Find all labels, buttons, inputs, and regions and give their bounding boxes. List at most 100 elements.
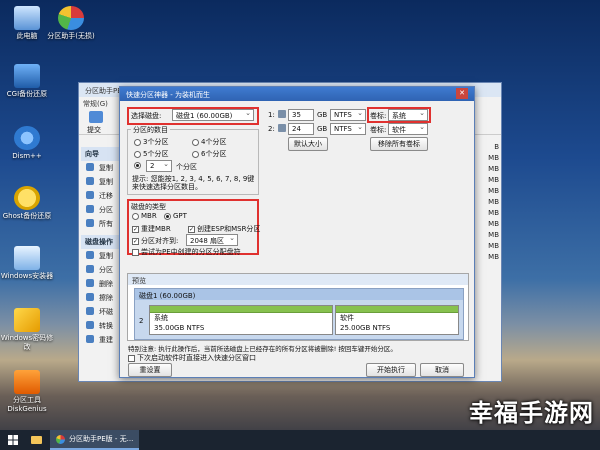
desktop-icon-password[interactable]: Windows密码修改 xyxy=(0,308,54,352)
radio-label: 5个分区 xyxy=(143,150,169,158)
partition-name: 软件 xyxy=(340,314,354,322)
desktop-icon-cgi[interactable]: CGI备份还原 xyxy=(0,64,54,99)
assign-letter-checkbox[interactable]: 尝试为PE中创建的分区分配盘符 xyxy=(132,247,241,257)
partition-1-unit: GB xyxy=(317,111,328,119)
submit-button[interactable]: 提交 xyxy=(87,125,101,135)
rebuild-mbr-checkbox[interactable]: ✓ 重建MBR xyxy=(132,224,171,234)
radio-label: 4个分区 xyxy=(201,138,227,146)
check-indicator: ✓ xyxy=(132,237,139,245)
check-indicator xyxy=(132,248,139,256)
start-button-label: 开始执行 xyxy=(377,366,405,374)
preview-label: 预览 xyxy=(128,274,468,285)
partition-detail: 35.00GB NTFS xyxy=(154,324,205,332)
radio-label: 6个分区 xyxy=(201,150,227,158)
key-icon xyxy=(14,308,40,332)
file-explorer-icon[interactable] xyxy=(26,430,46,450)
taskbar-app-partition-assistant[interactable]: 分区助手PE版 - 无... xyxy=(50,430,140,450)
radio-indicator xyxy=(134,138,141,146)
radio-indicator xyxy=(132,212,139,220)
partition-1-volume-label[interactable]: 系统 xyxy=(388,109,428,121)
drive-icon xyxy=(278,110,286,118)
desktop-icon-label: Windows安装器 xyxy=(0,272,54,280)
dialog-title: 快速分区神器 - 为装机而生 xyxy=(126,91,210,99)
reset-button[interactable]: 重设置 xyxy=(128,363,172,377)
desktop-icon-label: 分区工具 DiskGenius xyxy=(7,396,47,413)
remove-labels-button[interactable]: 移除所有卷标 xyxy=(370,137,428,151)
desktop-icon-windows-installer[interactable]: Windows安装器 xyxy=(0,246,54,281)
desktop-icon-ghost[interactable]: Ghost备份还原 xyxy=(0,186,54,221)
create-esp-checkbox[interactable]: ✓ 创建ESP和MSR分区 xyxy=(188,224,260,234)
disk-index: 2 xyxy=(139,317,144,325)
radio-gpt[interactable]: GPT xyxy=(164,212,187,220)
partition-1-size[interactable]: 35 xyxy=(288,109,314,121)
custom-count-select[interactable]: 2 xyxy=(146,160,172,172)
app-icon xyxy=(56,434,65,444)
radio-4-partitions[interactable]: 4个分区 xyxy=(192,137,226,147)
radio-mbr[interactable]: MBR xyxy=(132,212,157,220)
partition-count-label: 分区的数目 xyxy=(131,125,170,135)
radio-6-partitions[interactable]: 6个分区 xyxy=(192,149,226,159)
align-checkbox[interactable]: ✓ 分区对齐到: xyxy=(132,236,178,246)
start-button[interactable]: 开始执行 xyxy=(366,363,416,377)
radio-indicator xyxy=(164,212,171,220)
radio-5-partitions[interactable]: 5个分区 xyxy=(134,149,168,159)
quick-partition-dialog: 快速分区神器 - 为装机而生 ✕ 选择磁盘: 磁盘1 (60.00GB) 分区的… xyxy=(119,86,475,378)
folder-icon xyxy=(30,436,42,444)
taskbar: 分区助手PE版 - 无... xyxy=(0,430,600,450)
radio-indicator xyxy=(134,162,141,169)
site-watermark: 幸福手游网 xyxy=(469,398,594,427)
reset-button-label: 重设置 xyxy=(139,366,161,374)
checkbox-label: 创建ESP和MSR分区 xyxy=(197,225,261,233)
desktop-icon-partition-assistant[interactable]: 分区助手(无损) xyxy=(44,6,98,41)
custom-count-suffix: 个分区 xyxy=(176,163,197,171)
partition-2-size[interactable]: 24 xyxy=(288,123,314,135)
close-button[interactable]: ✕ xyxy=(456,88,468,99)
partition-name: 系统 xyxy=(154,314,168,322)
cancel-button-label: 取消 xyxy=(435,366,449,374)
radio-indicator xyxy=(192,150,199,158)
start-button[interactable] xyxy=(0,430,26,450)
partition-usage-bar xyxy=(150,306,332,313)
auto-start-checkbox[interactable]: 下次启动软件时直接进入快速分区窗口 xyxy=(128,353,256,363)
partition-1-fs[interactable]: NTFS xyxy=(330,109,366,121)
cgi-backup-icon xyxy=(14,64,40,88)
diskgenius-icon xyxy=(14,370,40,394)
partition-2-volume-label[interactable]: 软件 xyxy=(388,123,428,135)
dialog-titlebar: 快速分区神器 - 为装机而生 ✕ xyxy=(120,87,474,101)
desktop-icon-label: CGI备份还原 xyxy=(6,90,48,98)
partition-1-label-caption: 卷标: xyxy=(370,112,387,120)
radio-3-partitions[interactable]: 3个分区 xyxy=(134,137,168,147)
checkbox-label: 尝试为PE中创建的分区分配盘符 xyxy=(141,248,241,256)
cancel-button[interactable]: 取消 xyxy=(420,363,464,377)
disk-preview-title: 磁盘1 (60.00GB) xyxy=(135,289,463,300)
radio-indicator xyxy=(134,150,141,158)
partition-assistant-icon xyxy=(58,6,84,30)
partition-preview-system[interactable]: 系统 35.00GB NTFS xyxy=(149,305,333,335)
partition-detail: 25.00GB NTFS xyxy=(340,324,391,332)
preview-panel: 预览 磁盘1 (60.00GB) 2 系统 35.00GB NTFS 软件 25… xyxy=(127,273,469,341)
desktop-icon-label: Dism++ xyxy=(12,152,42,160)
desktop-icon-label: Windows密码修改 xyxy=(0,334,54,351)
check-indicator: ✓ xyxy=(188,225,195,233)
check-indicator: ✓ xyxy=(132,225,139,233)
partition-1-index: 1: xyxy=(268,111,275,119)
partition-usage-bar xyxy=(336,306,458,313)
check-indicator xyxy=(128,354,135,362)
computer-icon xyxy=(14,6,40,30)
warning-text: 特别注意: 执行此操作后，当前所选磁盘上已经存在的所有分区将被删除! 按回车键开… xyxy=(128,345,397,353)
partition-preview-software[interactable]: 软件 25.00GB NTFS xyxy=(335,305,459,335)
radio-indicator xyxy=(192,138,199,146)
checkbox-label: 下次启动软件时直接进入快速分区窗口 xyxy=(137,354,256,362)
desktop-icon-dism[interactable]: Dism++ xyxy=(0,126,54,161)
disk-type-label: 磁盘的类型 xyxy=(131,203,166,211)
radio-custom-count[interactable] xyxy=(134,162,143,169)
align-select[interactable]: 2048 扇区 xyxy=(186,234,238,246)
ghost-icon xyxy=(14,186,40,210)
disk-select[interactable]: 磁盘1 (60.00GB) xyxy=(172,109,254,121)
partition-2-fs[interactable]: NTFS xyxy=(330,123,366,135)
drive-icon xyxy=(278,124,286,132)
default-size-button[interactable]: 默认大小 xyxy=(288,137,328,151)
disk-preview: 磁盘1 (60.00GB) 2 系统 35.00GB NTFS 软件 25.00… xyxy=(134,288,464,340)
desktop-icon-diskgenius[interactable]: 分区工具 DiskGenius xyxy=(0,370,54,414)
partition-2-index: 2: xyxy=(268,125,275,133)
